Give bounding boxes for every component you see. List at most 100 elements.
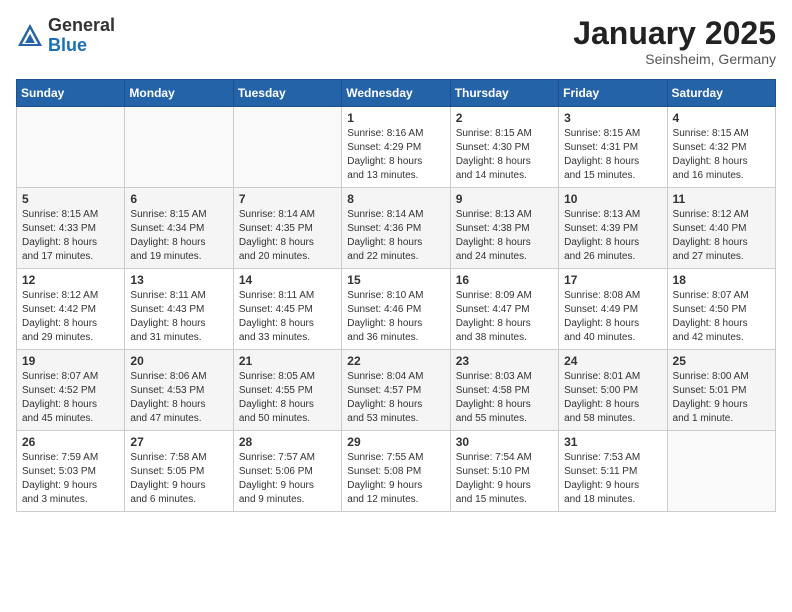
- calendar-cell: 1 Sunrise: 8:16 AM Sunset: 4:29 PM Daylig…: [342, 107, 450, 188]
- day-info: Sunrise: 7:55 AM Sunset: 5:08 PM Dayligh…: [347, 451, 444, 507]
- calendar-week-row: 5 Sunrise: 8:15 AM Sunset: 4:33 PM Daylig…: [17, 188, 776, 269]
- day-number: 7: [239, 192, 336, 206]
- logo: General Blue: [16, 16, 115, 56]
- day-number: 30: [456, 435, 553, 449]
- day-info: Sunrise: 8:06 AM Sunset: 4:53 PM Dayligh…: [130, 370, 227, 426]
- day-info: Sunrise: 8:07 AM Sunset: 4:50 PM Dayligh…: [673, 289, 770, 345]
- day-info: Sunrise: 8:05 AM Sunset: 4:55 PM Dayligh…: [239, 370, 336, 426]
- day-info: Sunrise: 8:12 AM Sunset: 4:40 PM Dayligh…: [673, 208, 770, 264]
- day-number: 8: [347, 192, 444, 206]
- logo-icon: [16, 22, 44, 50]
- day-info: Sunrise: 7:54 AM Sunset: 5:10 PM Dayligh…: [456, 451, 553, 507]
- day-info: Sunrise: 8:15 AM Sunset: 4:32 PM Dayligh…: [673, 127, 770, 183]
- day-number: 25: [673, 354, 770, 368]
- day-number: 29: [347, 435, 444, 449]
- calendar-cell: 15Sunrise: 8:10 AM Sunset: 4:46 PM Dayli…: [342, 269, 450, 350]
- calendar-cell: 21Sunrise: 8:05 AM Sunset: 4:55 PM Dayli…: [233, 350, 341, 431]
- day-number: 20: [130, 354, 227, 368]
- calendar-cell: 12Sunrise: 8:12 AM Sunset: 4:42 PM Dayli…: [17, 269, 125, 350]
- logo-blue: Blue: [48, 35, 87, 55]
- calendar-cell: 28 Sunrise: 7:57 AM Sunset: 5:06 PM Dayli…: [233, 431, 341, 512]
- month-title: January 2025: [573, 16, 776, 51]
- weekday-header: Wednesday: [342, 80, 450, 107]
- day-number: 18: [673, 273, 770, 287]
- day-number: 4: [673, 111, 770, 125]
- day-number: 11: [673, 192, 770, 206]
- day-info: Sunrise: 8:03 AM Sunset: 4:58 PM Dayligh…: [456, 370, 553, 426]
- day-info: Sunrise: 8:14 AM Sunset: 4:36 PM Dayligh…: [347, 208, 444, 264]
- title-block: January 2025 Seinsheim, Germany: [573, 16, 776, 67]
- weekday-header: Thursday: [450, 80, 558, 107]
- calendar-cell: 13 Sunrise: 8:11 AM Sunset: 4:43 PM Dayli…: [125, 269, 233, 350]
- calendar-cell: [17, 107, 125, 188]
- day-info: Sunrise: 8:08 AM Sunset: 4:49 PM Dayligh…: [564, 289, 661, 345]
- day-info: Sunrise: 8:07 AM Sunset: 4:52 PM Dayligh…: [22, 370, 119, 426]
- calendar-cell: 30 Sunrise: 7:54 AM Sunset: 5:10 PM Dayli…: [450, 431, 558, 512]
- calendar-cell: 29 Sunrise: 7:55 AM Sunset: 5:08 PM Dayli…: [342, 431, 450, 512]
- calendar-cell: 14 Sunrise: 8:11 AM Sunset: 4:45 PM Dayli…: [233, 269, 341, 350]
- day-number: 31: [564, 435, 661, 449]
- calendar-week-row: 19 Sunrise: 8:07 AM Sunset: 4:52 PM Dayli…: [17, 350, 776, 431]
- day-info: Sunrise: 8:13 AM Sunset: 4:39 PM Dayligh…: [564, 208, 661, 264]
- calendar-cell: 26 Sunrise: 7:59 AM Sunset: 5:03 PM Dayli…: [17, 431, 125, 512]
- calendar-cell: 24Sunrise: 8:01 AM Sunset: 5:00 PM Dayli…: [559, 350, 667, 431]
- day-info: Sunrise: 8:01 AM Sunset: 5:00 PM Dayligh…: [564, 370, 661, 426]
- calendar-week-row: 1 Sunrise: 8:16 AM Sunset: 4:29 PM Daylig…: [17, 107, 776, 188]
- day-number: 28: [239, 435, 336, 449]
- calendar-cell: 6 Sunrise: 8:15 AM Sunset: 4:34 PM Daylig…: [125, 188, 233, 269]
- day-info: Sunrise: 8:15 AM Sunset: 4:33 PM Dayligh…: [22, 208, 119, 264]
- calendar-cell: 3Sunrise: 8:15 AM Sunset: 4:31 PM Daylig…: [559, 107, 667, 188]
- day-info: Sunrise: 8:15 AM Sunset: 4:31 PM Dayligh…: [564, 127, 661, 183]
- weekday-header: Sunday: [17, 80, 125, 107]
- day-number: 14: [239, 273, 336, 287]
- calendar-cell: 22 Sunrise: 8:04 AM Sunset: 4:57 PM Dayli…: [342, 350, 450, 431]
- day-number: 19: [22, 354, 119, 368]
- calendar-cell: 4 Sunrise: 8:15 AM Sunset: 4:32 PM Daylig…: [667, 107, 775, 188]
- calendar-week-row: 12Sunrise: 8:12 AM Sunset: 4:42 PM Dayli…: [17, 269, 776, 350]
- weekday-header: Friday: [559, 80, 667, 107]
- day-number: 1: [347, 111, 444, 125]
- day-info: Sunrise: 8:04 AM Sunset: 4:57 PM Dayligh…: [347, 370, 444, 426]
- day-number: 22: [347, 354, 444, 368]
- day-number: 2: [456, 111, 553, 125]
- logo-text: General Blue: [48, 16, 115, 56]
- calendar-cell: 9Sunrise: 8:13 AM Sunset: 4:38 PM Daylig…: [450, 188, 558, 269]
- day-number: 6: [130, 192, 227, 206]
- day-info: Sunrise: 7:59 AM Sunset: 5:03 PM Dayligh…: [22, 451, 119, 507]
- day-info: Sunrise: 8:10 AM Sunset: 4:46 PM Dayligh…: [347, 289, 444, 345]
- calendar-cell: 23Sunrise: 8:03 AM Sunset: 4:58 PM Dayli…: [450, 350, 558, 431]
- calendar-cell: 18 Sunrise: 8:07 AM Sunset: 4:50 PM Dayli…: [667, 269, 775, 350]
- calendar-cell: 27Sunrise: 7:58 AM Sunset: 5:05 PM Dayli…: [125, 431, 233, 512]
- day-number: 12: [22, 273, 119, 287]
- day-number: 5: [22, 192, 119, 206]
- day-info: Sunrise: 8:13 AM Sunset: 4:38 PM Dayligh…: [456, 208, 553, 264]
- day-info: Sunrise: 7:57 AM Sunset: 5:06 PM Dayligh…: [239, 451, 336, 507]
- calendar-cell: 7 Sunrise: 8:14 AM Sunset: 4:35 PM Daylig…: [233, 188, 341, 269]
- day-info: Sunrise: 8:09 AM Sunset: 4:47 PM Dayligh…: [456, 289, 553, 345]
- weekday-header: Tuesday: [233, 80, 341, 107]
- day-info: Sunrise: 7:58 AM Sunset: 5:05 PM Dayligh…: [130, 451, 227, 507]
- day-number: 26: [22, 435, 119, 449]
- weekday-header-row: SundayMondayTuesdayWednesdayThursdayFrid…: [17, 80, 776, 107]
- calendar-week-row: 26 Sunrise: 7:59 AM Sunset: 5:03 PM Dayli…: [17, 431, 776, 512]
- day-info: Sunrise: 8:11 AM Sunset: 4:43 PM Dayligh…: [130, 289, 227, 345]
- weekday-header: Monday: [125, 80, 233, 107]
- weekday-header: Saturday: [667, 80, 775, 107]
- day-info: Sunrise: 8:15 AM Sunset: 4:34 PM Dayligh…: [130, 208, 227, 264]
- day-info: Sunrise: 8:11 AM Sunset: 4:45 PM Dayligh…: [239, 289, 336, 345]
- calendar-cell: [233, 107, 341, 188]
- calendar-cell: 8 Sunrise: 8:14 AM Sunset: 4:36 PM Daylig…: [342, 188, 450, 269]
- page-header: General Blue January 2025 Seinsheim, Ger…: [16, 16, 776, 67]
- calendar-cell: 2 Sunrise: 8:15 AM Sunset: 4:30 PM Daylig…: [450, 107, 558, 188]
- calendar-cell: 25Sunrise: 8:00 AM Sunset: 5:01 PM Dayli…: [667, 350, 775, 431]
- day-info: Sunrise: 8:14 AM Sunset: 4:35 PM Dayligh…: [239, 208, 336, 264]
- day-number: 13: [130, 273, 227, 287]
- calendar-cell: 20 Sunrise: 8:06 AM Sunset: 4:53 PM Dayli…: [125, 350, 233, 431]
- day-number: 16: [456, 273, 553, 287]
- day-info: Sunrise: 8:16 AM Sunset: 4:29 PM Dayligh…: [347, 127, 444, 183]
- calendar-cell: [125, 107, 233, 188]
- day-info: Sunrise: 8:15 AM Sunset: 4:30 PM Dayligh…: [456, 127, 553, 183]
- calendar-cell: 17Sunrise: 8:08 AM Sunset: 4:49 PM Dayli…: [559, 269, 667, 350]
- calendar: SundayMondayTuesdayWednesdayThursdayFrid…: [16, 79, 776, 512]
- location: Seinsheim, Germany: [573, 51, 776, 67]
